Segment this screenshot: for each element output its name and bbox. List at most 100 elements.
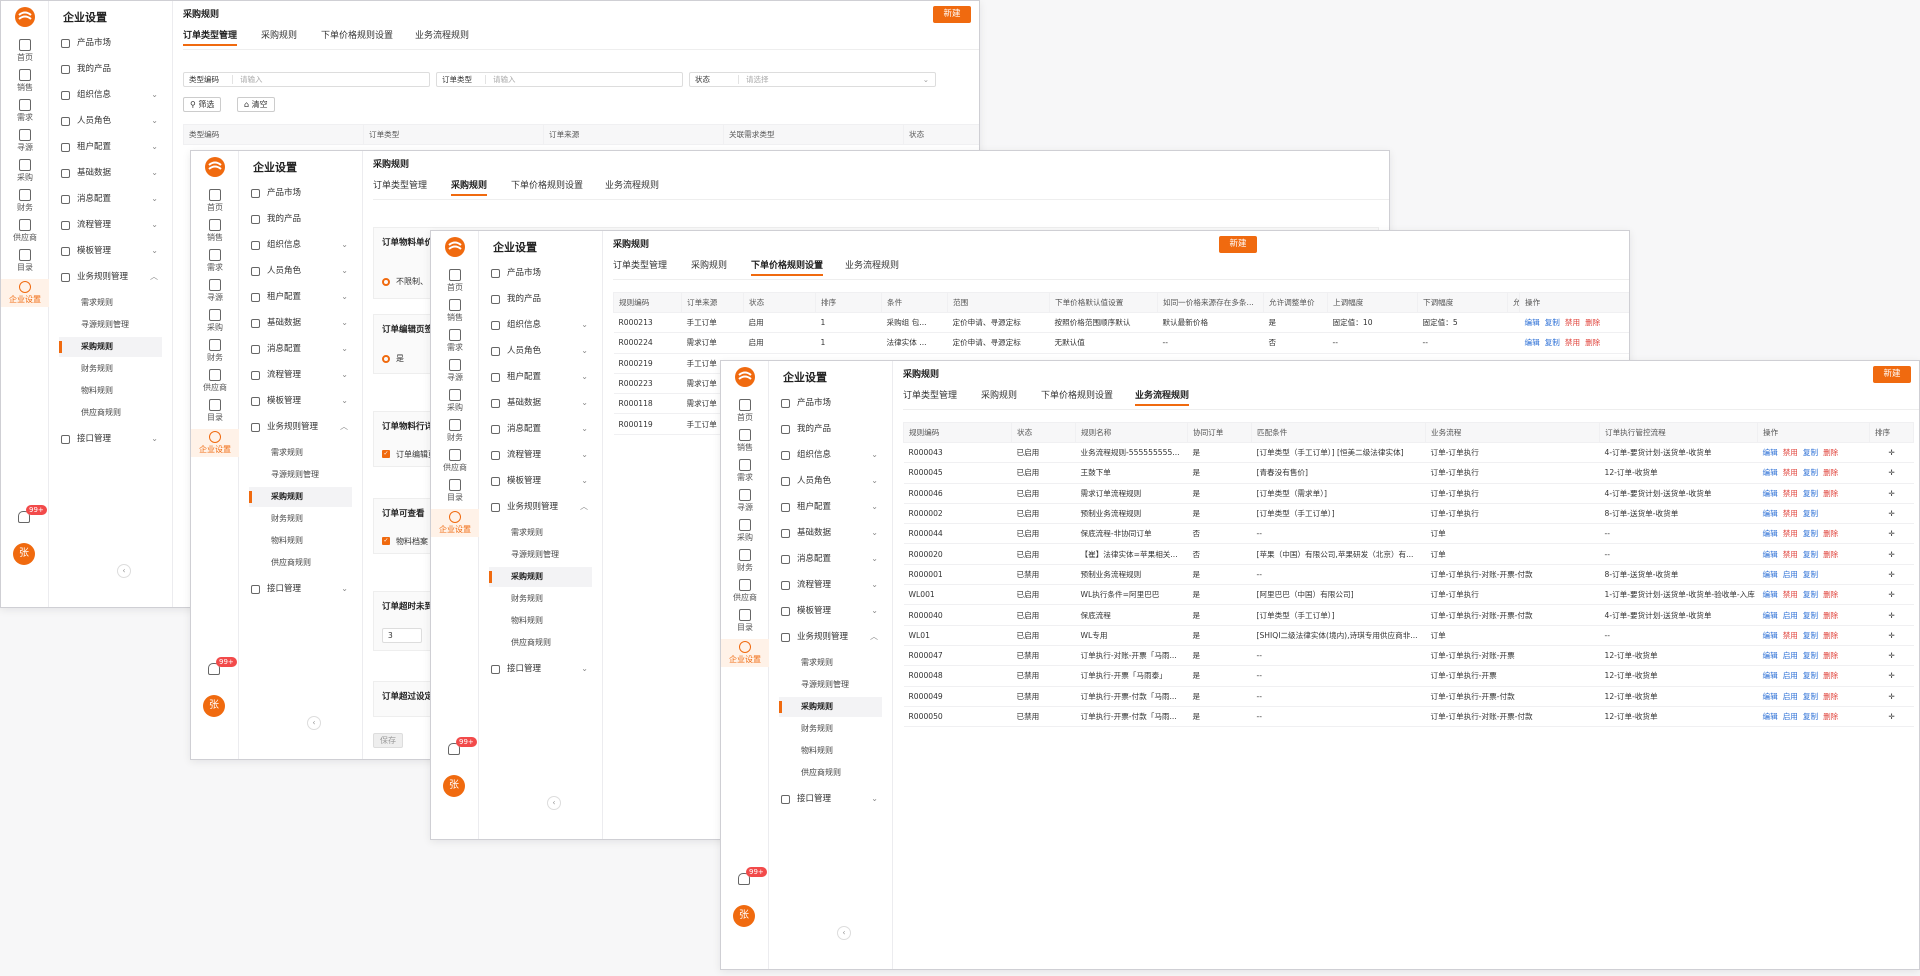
avatar[interactable]: 张: [733, 905, 755, 927]
action-link[interactable]: 编辑: [1763, 590, 1778, 599]
tab-0[interactable]: 订单类型管理: [903, 388, 957, 404]
rail-item-1[interactable]: 销售: [431, 297, 479, 325]
submenu-item-5[interactable]: 供应商规则: [249, 553, 352, 573]
action-link[interactable]: 删除: [1823, 489, 1838, 498]
action-link[interactable]: 复制: [1803, 611, 1818, 620]
submenu-item-4[interactable]: 物料规则: [249, 531, 352, 551]
rail-item-7[interactable]: 目录: [191, 397, 239, 425]
rail-item-2[interactable]: 需求: [431, 327, 479, 355]
menu-item-1[interactable]: 我的产品: [489, 289, 592, 309]
rail-item-2[interactable]: 需求: [1, 97, 49, 125]
rail-item-7[interactable]: 目录: [431, 477, 479, 505]
submenu-item-0[interactable]: 需求规则: [249, 443, 352, 463]
action-link[interactable]: 删除: [1585, 338, 1600, 347]
drag-handle-icon[interactable]: ✛: [1869, 503, 1914, 525]
submenu-item-0[interactable]: 需求规则: [489, 523, 592, 543]
tab-1[interactable]: 采购规则: [981, 388, 1017, 404]
action-link[interactable]: 复制: [1803, 692, 1818, 701]
submenu-item-4[interactable]: 物料规则: [489, 611, 592, 631]
submenu-item-2[interactable]: 采购规则: [779, 697, 882, 717]
collapse-sidebar-button[interactable]: ‹: [117, 564, 131, 578]
collapse-sidebar-button[interactable]: ‹: [837, 926, 851, 940]
submenu-item-3[interactable]: 财务规则: [249, 509, 352, 529]
filter-order-type[interactable]: 订单类型 请输入: [436, 72, 683, 87]
action-link[interactable]: 编辑: [1763, 448, 1778, 457]
action-link[interactable]: 编辑: [1763, 570, 1778, 579]
tab-2[interactable]: 下单价格规则设置: [751, 258, 824, 276]
menu-item-9[interactable]: 业务规则管理 ︿: [489, 497, 592, 517]
menu-item-7[interactable]: 流程管理 ⌄: [249, 365, 352, 385]
action-link[interactable]: 复制: [1803, 712, 1818, 721]
submenu-item-1[interactable]: 寻源规则管理: [779, 675, 882, 695]
rail-item-6[interactable]: 供应商: [191, 367, 239, 395]
menu-item-0[interactable]: 产品市场: [779, 393, 882, 413]
action-link[interactable]: 禁用: [1783, 509, 1798, 518]
drag-handle-icon[interactable]: ✛: [1869, 523, 1914, 545]
menu-item-4[interactable]: 租户配置 ⌄: [249, 287, 352, 307]
rail-item-5[interactable]: 财务: [1, 187, 49, 215]
filter-button[interactable]: ⚲ 筛选: [183, 97, 222, 112]
drag-handle-icon[interactable]: ✛: [1869, 584, 1914, 606]
action-link[interactable]: 复制: [1803, 448, 1818, 457]
action-link[interactable]: 启用: [1783, 692, 1798, 701]
submenu-item-5[interactable]: 供应商规则: [779, 763, 882, 783]
collapse-sidebar-button[interactable]: ‹: [307, 716, 321, 730]
action-link[interactable]: 编辑: [1763, 651, 1778, 660]
menu-item-2[interactable]: 组织信息 ⌄: [59, 85, 162, 105]
rail-item-1[interactable]: 销售: [191, 217, 239, 245]
submenu-item-0[interactable]: 需求规则: [59, 293, 162, 313]
action-link[interactable]: 禁用: [1783, 529, 1798, 538]
action-link[interactable]: 禁用: [1783, 590, 1798, 599]
radio-option[interactable]: [382, 355, 390, 363]
menu-item-9[interactable]: 业务规则管理 ︿: [59, 267, 162, 287]
drag-handle-icon[interactable]: ✛: [1869, 706, 1914, 728]
action-link[interactable]: 复制: [1803, 509, 1818, 518]
menu-item-5[interactable]: 基础数据 ⌄: [779, 523, 882, 543]
tab-3[interactable]: 业务流程规则: [845, 258, 899, 274]
rail-item-6[interactable]: 供应商: [1, 217, 49, 245]
rail-item-3[interactable]: 寻源: [191, 277, 239, 305]
action-link[interactable]: 编辑: [1763, 631, 1778, 640]
rail-item-8[interactable]: 企业设置: [721, 639, 769, 667]
rail-item-3[interactable]: 寻源: [1, 127, 49, 155]
drag-handle-icon[interactable]: ✛: [1869, 625, 1914, 646]
action-link[interactable]: 编辑: [1763, 550, 1778, 559]
tab-3[interactable]: 业务流程规则: [415, 28, 469, 44]
action-link[interactable]: 编辑: [1763, 509, 1778, 518]
submenu-item-1[interactable]: 寻源规则管理: [249, 465, 352, 485]
rail-item-2[interactable]: 需求: [191, 247, 239, 275]
filter-status[interactable]: 状态 请选择 ⌄: [689, 72, 936, 87]
checkbox[interactable]: ✓: [382, 450, 390, 458]
tab-1[interactable]: 采购规则: [451, 178, 488, 196]
rail-item-3[interactable]: 寻源: [721, 487, 769, 515]
action-link[interactable]: 删除: [1823, 611, 1838, 620]
menu-item-6[interactable]: 消息配置 ⌄: [489, 419, 592, 439]
rail-item-8[interactable]: 企业设置: [191, 429, 239, 457]
action-link[interactable]: 复制: [1803, 529, 1818, 538]
action-link[interactable]: 删除: [1823, 529, 1838, 538]
menu-item-7[interactable]: 流程管理 ⌄: [779, 575, 882, 595]
menu-item-0[interactable]: 产品市场: [249, 183, 352, 203]
action-link[interactable]: 复制: [1803, 590, 1818, 599]
avatar[interactable]: 张: [203, 695, 225, 717]
submenu-item-5[interactable]: 供应商规则: [489, 633, 592, 653]
action-link[interactable]: 复制: [1545, 338, 1560, 347]
rail-item-5[interactable]: 财务: [191, 337, 239, 365]
menu-item-0[interactable]: 产品市场: [59, 33, 162, 53]
menu-item-5[interactable]: 基础数据 ⌄: [59, 163, 162, 183]
submenu-item-4[interactable]: 物料规则: [779, 741, 882, 761]
action-link[interactable]: 启用: [1783, 671, 1798, 680]
menu-item-interface[interactable]: 接口管理 ⌄: [489, 659, 592, 679]
menu-item-3[interactable]: 人员角色 ⌄: [489, 341, 592, 361]
action-link[interactable]: 禁用: [1783, 550, 1798, 559]
menu-item-1[interactable]: 我的产品: [59, 59, 162, 79]
action-link[interactable]: 复制: [1803, 468, 1818, 477]
submenu-item-5[interactable]: 供应商规则: [59, 403, 162, 423]
action-link[interactable]: 复制: [1803, 550, 1818, 559]
menu-item-2[interactable]: 组织信息 ⌄: [779, 445, 882, 465]
action-link[interactable]: 编辑: [1763, 489, 1778, 498]
tab-0[interactable]: 订单类型管理: [183, 28, 238, 46]
menu-item-interface[interactable]: 接口管理 ⌄: [249, 579, 352, 599]
action-link[interactable]: 删除: [1823, 671, 1838, 680]
submenu-item-3[interactable]: 财务规则: [59, 359, 162, 379]
